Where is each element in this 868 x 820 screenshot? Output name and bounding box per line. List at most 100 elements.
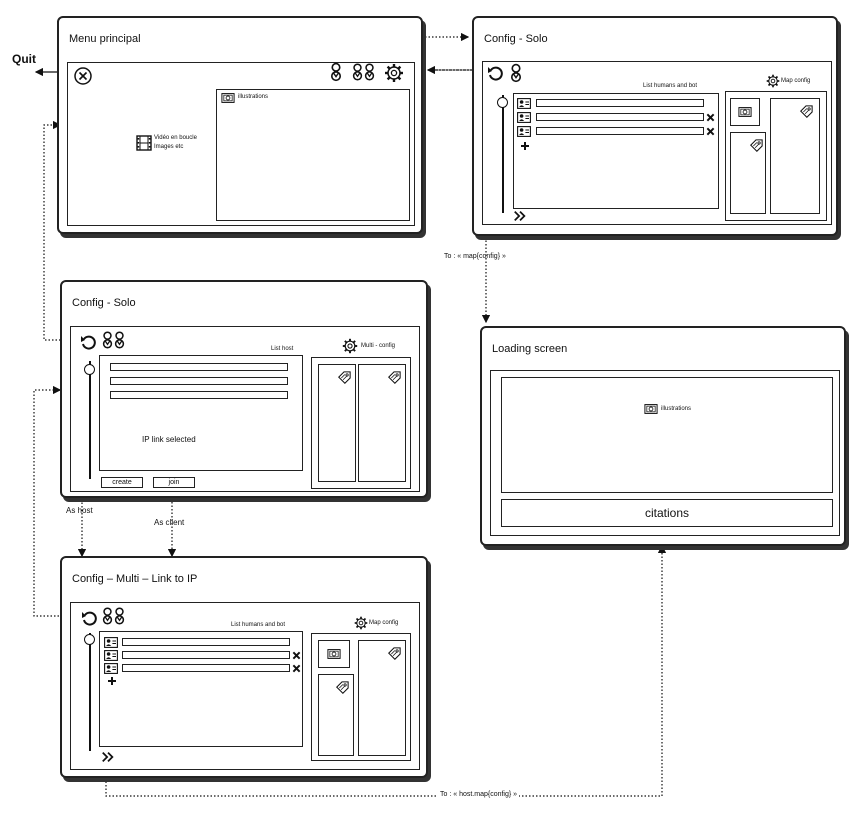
camera-icon <box>221 93 235 103</box>
loading-frame: illustrations citations <box>490 370 840 536</box>
camera-icon <box>738 107 752 117</box>
player-slot-1[interactable] <box>122 638 290 646</box>
tag-icon <box>337 371 351 385</box>
images-label: Images etc <box>154 144 184 150</box>
tag-icon <box>335 681 349 695</box>
config-solo-window: Config - Solo List humans and bot <box>472 16 838 236</box>
illustrations-label: illustrations <box>661 406 692 412</box>
to-map-config-label: To : « map{config} » <box>444 253 506 260</box>
map-option-right[interactable] <box>358 640 406 756</box>
user-icon <box>517 112 531 123</box>
tag-icon <box>749 139 763 153</box>
user-icon <box>104 650 118 661</box>
user-icon <box>104 663 118 674</box>
tag-icon <box>387 647 401 661</box>
as-client-label: As client <box>154 518 185 527</box>
film-icon <box>136 135 152 151</box>
scrollbar-track[interactable] <box>89 633 91 751</box>
next-icon[interactable] <box>101 751 115 763</box>
multi-config-label: Multi - config <box>361 343 396 349</box>
player-slot-2[interactable] <box>536 113 704 121</box>
config-host-frame: List host IP link selected create join <box>70 326 420 492</box>
map-config-panel <box>725 91 827 221</box>
scrollbar-thumb[interactable] <box>84 634 95 645</box>
gear-icon[interactable] <box>354 616 368 630</box>
user-icon <box>517 126 531 137</box>
list-label: List humans and bot <box>231 622 286 628</box>
window-title: Config - Solo <box>72 297 136 309</box>
back-icon[interactable] <box>487 65 503 81</box>
multi-option-left[interactable] <box>318 364 356 482</box>
camera-icon <box>644 404 658 414</box>
add-icon[interactable] <box>520 141 530 151</box>
host-slot-2[interactable] <box>110 377 288 385</box>
solo-player-icon[interactable] <box>329 62 343 82</box>
config-multi-window: Config – Multi – Link to IP List humans … <box>60 556 428 778</box>
map-preview-small <box>318 640 350 668</box>
list-host-label: List host <box>271 346 294 352</box>
gear-icon[interactable] <box>342 338 358 354</box>
citations-panel: citations <box>501 499 833 527</box>
scrollbar-thumb[interactable] <box>497 97 508 108</box>
map-config-label: Map config <box>781 78 811 84</box>
to-host-map-config-label: To : « host.map{config} » <box>438 791 520 798</box>
map-option-left[interactable] <box>730 132 766 214</box>
loading-screen-window: Loading screen illustrations citations <box>480 326 846 546</box>
config-solo-host-window: Config - Solo List host IP link selected… <box>60 280 428 498</box>
loading-illustrations-panel: illustrations <box>501 377 833 493</box>
window-title: Config - Solo <box>484 33 548 45</box>
host-slot-1[interactable] <box>110 363 288 371</box>
gear-icon[interactable] <box>384 63 404 83</box>
next-icon[interactable] <box>513 210 527 222</box>
as-host-label: As host <box>66 506 93 515</box>
menu-content-frame: illustrations Vidéo en boucle Images etc <box>67 62 415 226</box>
remove-icon[interactable] <box>706 113 715 122</box>
tag-icon <box>799 105 813 119</box>
map-option-right[interactable] <box>770 98 820 214</box>
tag-icon <box>387 371 401 385</box>
menu-principal-window: Menu principal illustrations Vidéo en bo… <box>57 16 423 234</box>
window-title: Menu principal <box>69 33 141 45</box>
map-preview-small <box>730 98 760 126</box>
remove-icon[interactable] <box>292 651 301 660</box>
multiplayer-icon <box>102 331 125 349</box>
player-slot-1[interactable] <box>536 99 704 107</box>
create-button[interactable]: create <box>101 477 143 488</box>
host-list: IP link selected <box>99 355 303 471</box>
gear-icon[interactable] <box>766 74 780 88</box>
illustrations-label: illustrations <box>238 94 269 100</box>
multiplayer-icon <box>102 607 125 625</box>
back-icon[interactable] <box>81 610 97 626</box>
map-config-panel <box>311 633 411 761</box>
player-slot-2[interactable] <box>122 651 290 659</box>
back-icon[interactable] <box>80 334 96 350</box>
citations-label: citations <box>644 506 690 520</box>
add-icon[interactable] <box>107 676 117 686</box>
multi-config-panel <box>311 357 411 489</box>
join-button[interactable]: join <box>153 477 195 488</box>
multi-option-right[interactable] <box>358 364 406 482</box>
scrollbar-thumb[interactable] <box>84 364 95 375</box>
video-loop-label: Vidéo en boucle <box>154 135 197 141</box>
player-list <box>99 631 303 747</box>
list-label: List humans and bot <box>643 83 698 89</box>
remove-icon[interactable] <box>706 127 715 136</box>
illustrations-panel: illustrations <box>216 89 410 221</box>
map-config-label: Map config <box>369 620 399 626</box>
window-title: Config – Multi – Link to IP <box>72 573 198 585</box>
window-title: Loading screen <box>492 343 568 355</box>
quit-label: Quit <box>12 52 36 66</box>
player-list <box>513 93 719 209</box>
multiplayer-icon[interactable] <box>351 62 377 82</box>
close-icon[interactable] <box>74 67 92 85</box>
map-option-left[interactable] <box>318 674 354 756</box>
player-slot-3[interactable] <box>536 127 704 135</box>
user-icon <box>517 98 531 109</box>
remove-icon[interactable] <box>292 664 301 673</box>
scrollbar-track[interactable] <box>89 361 91 479</box>
user-icon <box>104 637 118 648</box>
ip-link-label: IP link selected <box>142 435 196 444</box>
host-slot-3[interactable] <box>110 391 288 399</box>
player-slot-3[interactable] <box>122 664 290 672</box>
scrollbar-track[interactable] <box>502 95 504 213</box>
